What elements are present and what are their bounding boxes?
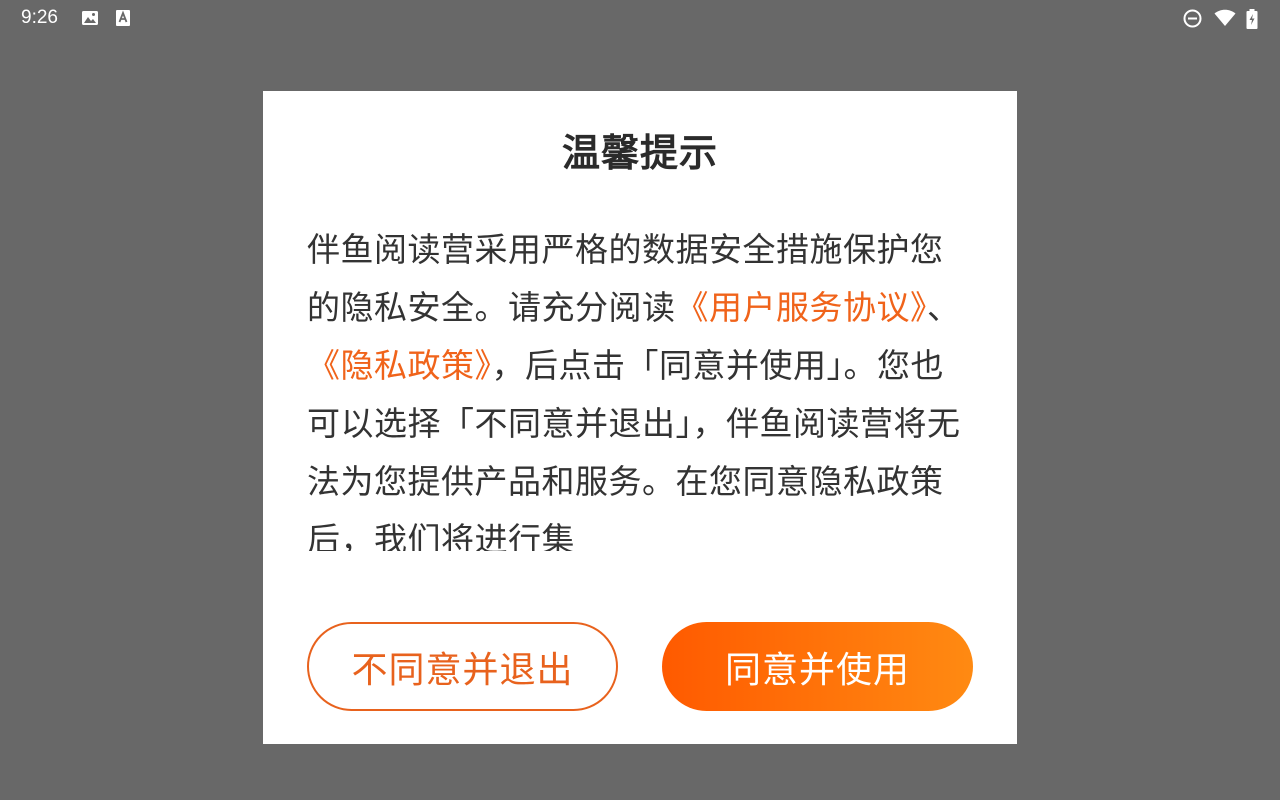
agree-use-button[interactable]: 同意并使用: [662, 622, 973, 711]
do-not-disturb-icon: [1183, 9, 1202, 32]
image-icon: [81, 9, 99, 31]
screen: 9:26 温馨提示 伴鱼阅读营采用严格的数据安全措施保护您的隐私安全。请充分阅读…: [0, 0, 1280, 800]
wifi-icon: [1214, 9, 1236, 31]
font-icon: [115, 9, 131, 31]
battery-icon: [1246, 9, 1258, 33]
status-time: 9:26: [21, 7, 58, 28]
body-text-part2: 、: [927, 288, 961, 327]
dialog-body: 伴鱼阅读营采用严格的数据安全措施保护您的隐私安全。请充分阅读《用户服务协议》、《…: [307, 221, 967, 551]
privacy-policy-link[interactable]: 《隐私政策》: [307, 346, 492, 385]
decline-exit-button[interactable]: 不同意并退出: [307, 622, 618, 711]
dialog-title: 温馨提示: [561, 131, 718, 175]
status-bar: 9:26: [0, 0, 1280, 36]
privacy-dialog: 温馨提示 伴鱼阅读营采用严格的数据安全措施保护您的隐私安全。请充分阅读《用户服务…: [263, 91, 1017, 744]
user-agreement-link[interactable]: 《用户服务协议》: [676, 288, 928, 327]
